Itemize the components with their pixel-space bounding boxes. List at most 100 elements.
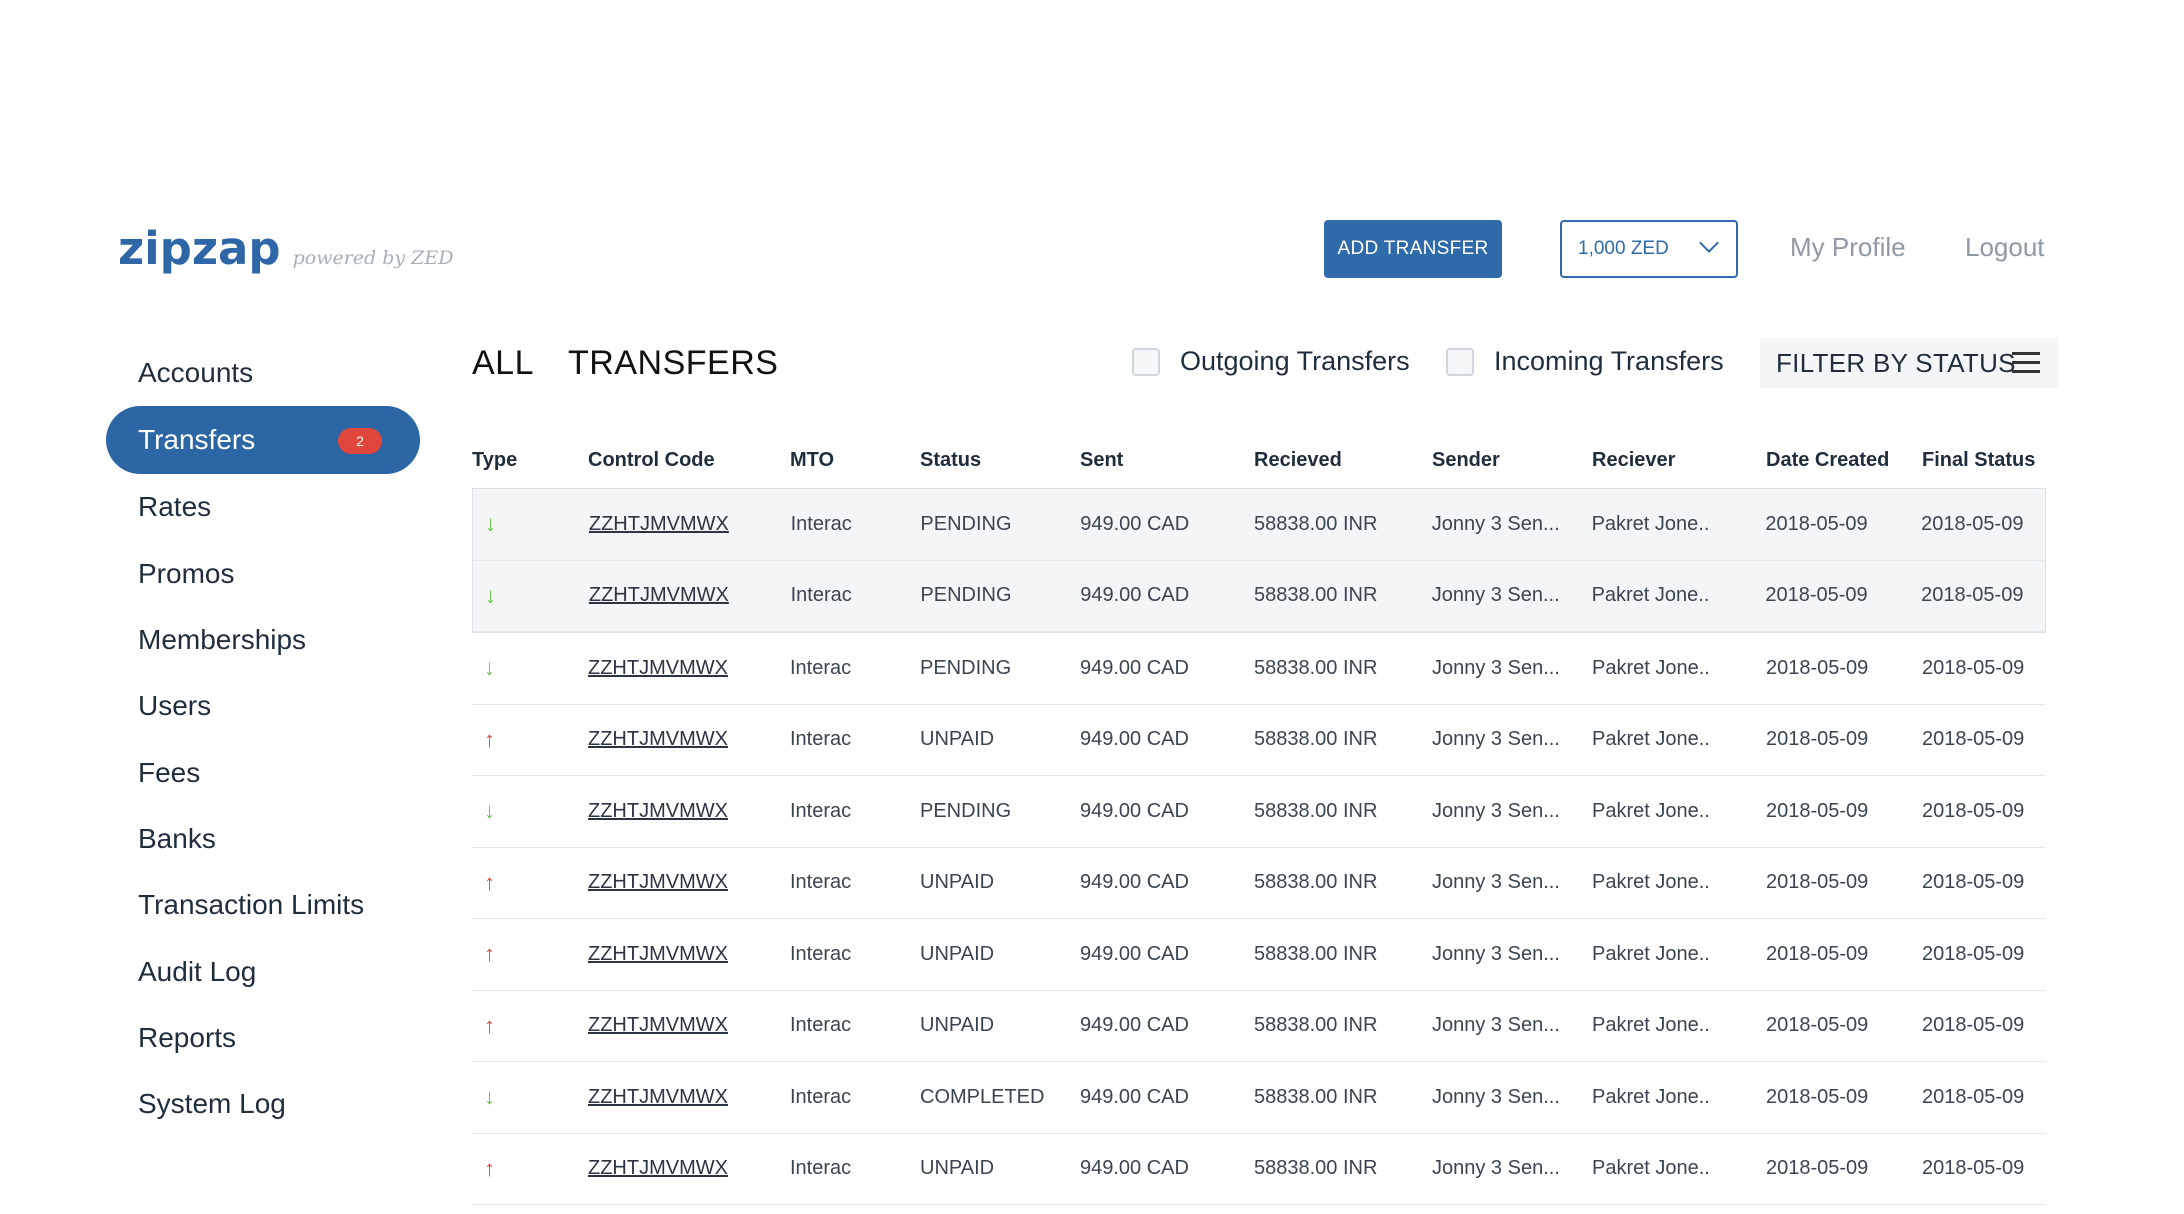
brand-tagline: powered by ZED <box>292 247 454 269</box>
add-transfer-button[interactable]: ADD TRANSFER <box>1324 220 1502 278</box>
receiver-cell: Pakret Jone.. <box>1592 942 1710 965</box>
sent-amount-cell: 949.00 CAD <box>1080 799 1189 822</box>
column-header-receiver[interactable]: Reciever <box>1592 449 1766 472</box>
final-status-cell: 2018-05-09 <box>1922 942 2025 965</box>
column-header-control-code[interactable]: Control Code <box>588 449 790 472</box>
column-header-received[interactable]: Recieved <box>1254 449 1432 472</box>
status-cell: UNPAID <box>920 1157 995 1180</box>
column-header-type[interactable]: Type <box>472 449 588 472</box>
sidebar-item-promos[interactable]: Promos <box>106 541 420 607</box>
receiver-cell: Pakret Jone.. <box>1592 871 1710 894</box>
control-code-link[interactable]: ZZHTJMVMWX <box>588 1014 728 1036</box>
mto-cell: Interac <box>790 942 852 965</box>
control-code-link[interactable]: ZZHTJMVMWX <box>589 513 729 535</box>
arrow-down-icon: ↓ <box>485 511 496 537</box>
final-status-cell: 2018-05-09 <box>1922 728 2025 751</box>
column-header-sent[interactable]: Sent <box>1080 449 1254 472</box>
column-header-final-status[interactable]: Final Status <box>1922 449 2046 472</box>
received-amount-cell: 58838.00 INR <box>1254 1085 1378 1108</box>
control-code-link[interactable]: ZZHTJMVMWX <box>588 1086 728 1108</box>
page-title: ALL TRANSFERS <box>472 344 779 382</box>
brand-logo[interactable]: zipzap powered by ZED <box>118 222 454 275</box>
date-created-cell: 2018-05-09 <box>1765 512 1868 535</box>
sender-cell: Jonny 3 Sen... <box>1432 1014 1560 1037</box>
logout-link[interactable]: Logout <box>1965 232 2045 263</box>
column-header-status[interactable]: Status <box>920 449 1080 472</box>
table-row[interactable]: ↑ ZZHTJMVMWX Interac UNPAID 949.00 CAD 58838.… <box>472 1134 2046 1205</box>
sidebar-item-memberships[interactable]: Memberships <box>106 607 420 673</box>
incoming-transfers-checkbox[interactable]: Incoming Transfers <box>1446 346 1724 377</box>
table-row[interactable]: ↑ ZZHTJMVMWX Interac UNPAID 949.00 CAD 58838.… <box>472 991 2046 1062</box>
sidebar-item-system-log[interactable]: System Log <box>106 1071 420 1137</box>
table-row[interactable]: ↑ ZZHTJMVMWX Interac UNPAID 949.00 CAD 58838.… <box>472 848 2046 919</box>
date-created-cell: 2018-05-09 <box>1765 584 1868 607</box>
sidebar-item-label: Transfers <box>138 424 256 456</box>
sidebar-item-transaction-limits[interactable]: Transaction Limits <box>106 872 420 938</box>
table-header: Type Control Code MTO Status Sent Reciev… <box>472 432 2046 488</box>
sent-amount-cell: 949.00 CAD <box>1080 656 1189 679</box>
column-header-date-created[interactable]: Date Created <box>1766 449 1922 472</box>
sender-cell: Jonny 3 Sen... <box>1432 799 1560 822</box>
mto-cell: Interac <box>790 1014 852 1037</box>
control-code-link[interactable]: ZZHTJMVMWX <box>588 728 728 750</box>
outgoing-transfers-checkbox[interactable]: Outgoing Transfers <box>1132 346 1410 377</box>
control-code-cell: ZZHTJMVMWX <box>588 1157 790 1180</box>
table-row[interactable]: ↓ ZZHTJMVMWX Interac PENDING 949.00 CAD 58838… <box>473 489 2045 561</box>
sidebar-item-users[interactable]: Users <box>106 673 420 739</box>
status-cell: UNPAID <box>920 942 995 965</box>
sent-amount-cell: 949.00 CAD <box>1080 942 1189 965</box>
type-cell: ↓ <box>473 511 589 537</box>
type-cell: ↑ <box>472 941 588 967</box>
date-created-cell: 2018-05-09 <box>1766 942 1869 965</box>
column-header-sender[interactable]: Sender <box>1432 449 1592 472</box>
sidebar-item-rates[interactable]: Rates <box>106 474 420 540</box>
control-code-link[interactable]: ZZHTJMVMWX <box>589 584 729 606</box>
mto-cell: Interac <box>790 512 852 535</box>
sidebar-item-transfers[interactable]: Transfers 2 <box>106 406 420 475</box>
arrow-down-icon: ↓ <box>484 1084 495 1110</box>
control-code-link[interactable]: ZZHTJMVMWX <box>588 871 728 893</box>
control-code-link[interactable]: ZZHTJMVMWX <box>588 657 728 679</box>
table-row[interactable]: ↓ ZZHTJMVMWX Interac PENDING 949.00 CAD 58838… <box>472 633 2046 705</box>
date-created-cell: 2018-05-09 <box>1766 871 1869 894</box>
sidebar-item-audit-log[interactable]: Audit Log <box>106 938 420 1004</box>
checkbox-label: Outgoing Transfers <box>1180 346 1410 376</box>
table-row[interactable]: ↑ ZZHTJMVMWX Interac UNPAID 949.00 CAD 58838.… <box>472 919 2046 991</box>
received-amount-cell: 58838.00 INR <box>1254 1014 1378 1037</box>
mto-cell: Interac <box>790 1085 852 1108</box>
table-row[interactable]: ↓ ZZHTJMVMWX Interac PENDING 949.00 CAD 58838… <box>472 776 2046 848</box>
sidebar-item-fees[interactable]: Fees <box>106 739 420 805</box>
control-code-link[interactable]: ZZHTJMVMWX <box>588 800 728 822</box>
final-status-cell: 2018-05-09 <box>1921 512 2024 535</box>
filter-by-status-button[interactable]: FILTER BY STATUS <box>1760 338 2058 388</box>
checkbox-icon[interactable] <box>1446 347 1474 376</box>
control-code-link[interactable]: ZZHTJMVMWX <box>588 1157 728 1179</box>
control-code-link[interactable]: ZZHTJMVMWX <box>588 943 728 965</box>
control-code-cell: ZZHTJMVMWX <box>588 657 790 680</box>
sent-amount-cell: 949.00 CAD <box>1080 1014 1189 1037</box>
sidebar-item-label: System Log <box>138 1088 286 1120</box>
status-cell: UNPAID <box>920 728 995 751</box>
table-row[interactable]: ↓ ZZHTJMVMWX Interac COMPLETED 949.00 CAD 588… <box>472 1062 2046 1134</box>
table-row[interactable]: ↓ ZZHTJMVMWX Interac PENDING 949.00 CAD 58838… <box>473 560 2045 632</box>
sidebar-item-banks[interactable]: Banks <box>106 806 420 872</box>
control-code-cell: ZZHTJMVMWX <box>588 871 790 894</box>
sender-cell: Jonny 3 Sen... <box>1432 728 1560 751</box>
status-cell: UNPAID <box>920 871 995 894</box>
column-header-mto[interactable]: MTO <box>790 449 920 472</box>
arrow-down-icon: ↓ <box>484 798 495 824</box>
sidebar-item-label: Accounts <box>138 357 254 389</box>
mto-cell: Interac <box>790 656 852 679</box>
type-cell: ↑ <box>472 727 588 753</box>
filter-label: FILTER BY STATUS <box>1776 347 2016 378</box>
status-cell: COMPLETED <box>920 1085 1045 1108</box>
sidebar-item-accounts[interactable]: Accounts <box>106 340 420 406</box>
my-profile-link[interactable]: My Profile <box>1790 232 1906 263</box>
balance-dropdown[interactable]: 1,000 ZED <box>1560 220 1738 278</box>
checkbox-icon[interactable] <box>1132 347 1160 376</box>
sender-cell: Jonny 3 Sen... <box>1432 871 1560 894</box>
table-row[interactable]: ↑ ZZHTJMVMWX Interac UNPAID 949.00 CAD 58838.… <box>472 705 2046 776</box>
sidebar-item-reports[interactable]: Reports <box>106 1005 420 1071</box>
sender-cell: Jonny 3 Sen... <box>1432 656 1560 679</box>
control-code-cell: ZZHTJMVMWX <box>588 728 790 751</box>
